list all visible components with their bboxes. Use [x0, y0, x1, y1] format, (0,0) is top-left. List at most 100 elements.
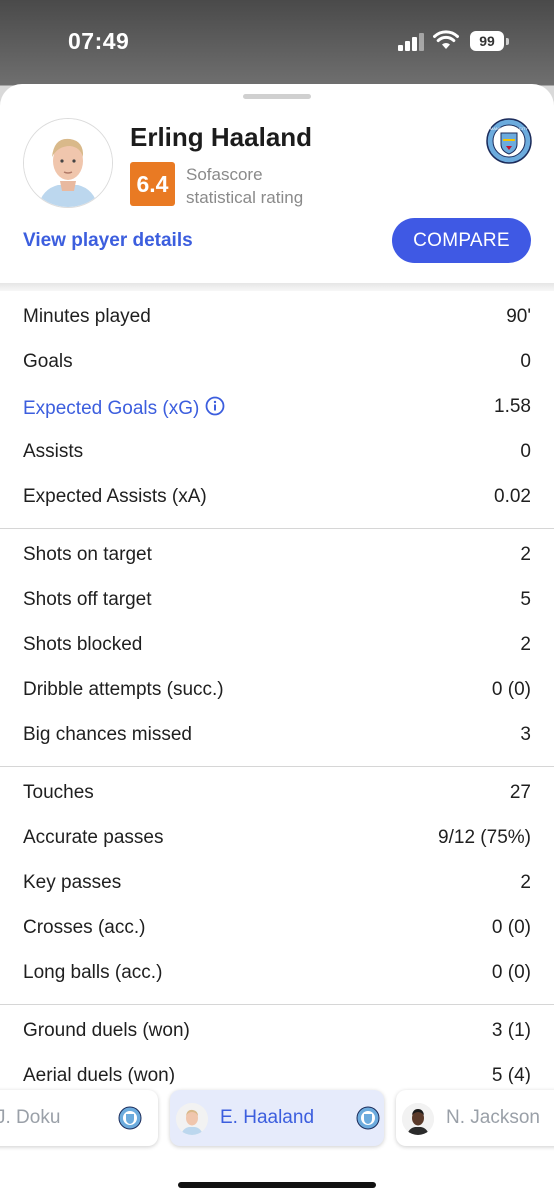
cellular-signal-icon — [398, 33, 426, 51]
stat-label: Big chances missed — [23, 724, 192, 746]
stat-value: 1.58 — [494, 396, 531, 417]
stat-row: Big chances missed 3 — [0, 713, 554, 758]
stat-row: Ground duels (won) 3 (1) — [0, 1009, 554, 1054]
status-bar: 07:49 99 — [0, 0, 554, 86]
stat-row: Long balls (acc.) 0 (0) — [0, 951, 554, 996]
player-card-avatar — [402, 1103, 434, 1135]
player-card-name: N. Jackson — [446, 1107, 540, 1128]
view-player-details-link[interactable]: View player details — [23, 230, 193, 252]
player-card-prev[interactable]: J. Doku — [0, 1090, 158, 1146]
stat-row: Crosses (acc.) 0 (0) — [0, 906, 554, 951]
stat-value: 2 — [520, 634, 531, 655]
team-crest-icon[interactable]: MANCHESTER CITY — [486, 118, 532, 164]
stat-value: 5 — [520, 589, 531, 610]
stat-label: Expected Goals (xG) — [23, 396, 225, 420]
team-crest-icon — [118, 1106, 142, 1130]
stat-label: Ground duels (won) — [23, 1020, 190, 1042]
stat-row: Dribble attempts (succ.) 0 (0) — [0, 668, 554, 713]
player-sheet: Erling Haaland 6.4 Sofascore statistical… — [0, 84, 554, 1200]
crest-text: MANCHESTER CITY — [490, 126, 529, 131]
stat-label: Assists — [23, 441, 83, 463]
info-icon[interactable] — [205, 396, 225, 416]
player-card-current[interactable]: E. Haaland — [170, 1090, 384, 1146]
stat-label: Expected Assists (xA) — [23, 486, 207, 508]
stat-label-text: Crosses (acc.) — [23, 917, 146, 938]
stat-label: Crosses (acc.) — [23, 917, 145, 939]
stat-row: Goals 0 — [0, 340, 554, 385]
stat-row[interactable]: Expected Goals (xG) 1.58 — [0, 385, 554, 430]
stat-value: 0.02 — [494, 486, 531, 507]
stat-label: Dribble attempts (succ.) — [23, 679, 224, 701]
stats-group: Shots on target 2 Shots off target 5 Shots b… — [0, 529, 554, 767]
stat-label-text: Shots off target — [23, 589, 152, 610]
stat-label: Accurate passes — [23, 827, 163, 849]
stat-label: Key passes — [23, 872, 121, 894]
stats-group: Minutes played 90' Goals 0 Expected Goals (x… — [0, 291, 554, 529]
stat-label-text: Assists — [23, 441, 84, 462]
stat-row: Shots off target 5 — [0, 578, 554, 623]
stat-label-text: Key passes — [23, 872, 122, 893]
wifi-icon — [433, 30, 459, 49]
player-card-name: J. Doku — [0, 1107, 61, 1128]
compare-button[interactable]: COMPARE — [392, 218, 531, 263]
stat-label: Shots blocked — [23, 634, 142, 656]
status-time: 07:49 — [68, 28, 130, 54]
stat-value: 2 — [520, 544, 531, 565]
stat-row: Shots on target 2 — [0, 533, 554, 578]
battery-icon: 99 — [470, 31, 504, 51]
stat-label-text: Minutes played — [23, 306, 151, 327]
stat-label-text: Goals — [23, 351, 73, 372]
stat-value: 0 — [520, 351, 531, 372]
stat-row: Touches 27 — [0, 771, 554, 816]
stat-label: Long balls (acc.) — [23, 962, 162, 984]
stat-value: 27 — [509, 782, 531, 803]
stat-label: Shots off target — [23, 589, 152, 611]
player-card-name: E. Haaland — [220, 1107, 315, 1128]
stat-row: Minutes played 90' — [0, 295, 554, 340]
stat-label-text: Dribble attempts (succ.) — [23, 679, 224, 700]
player-avatar — [23, 118, 113, 208]
stat-label: Goals — [23, 351, 73, 373]
stat-value: 0 (0) — [491, 679, 531, 700]
stats-list: Minutes played 90' Goals 0 Expected Goals (x… — [0, 291, 554, 1107]
stat-label-text: Ground duels (won) — [23, 1020, 190, 1041]
stat-label-text: Expected Assists (xA) — [23, 486, 207, 507]
rating-badge: 6.4 — [130, 162, 175, 206]
player-card-next[interactable]: N. Jackson — [396, 1090, 554, 1146]
team-crest-icon — [356, 1106, 380, 1130]
stat-label-text: Shots on target — [23, 544, 152, 565]
stat-value: 3 (1) — [491, 1020, 531, 1041]
stat-label-text: Expected Goals (xG) — [23, 398, 200, 419]
stats-group: Touches 27 Accurate passes 9/12 (75%) Key pa… — [0, 767, 554, 1005]
stat-value: 90' — [506, 306, 531, 327]
stat-label-text: Big chances missed — [23, 724, 192, 745]
sheet-grabber[interactable] — [243, 94, 311, 99]
rating-label-line1: Sofascore — [186, 165, 263, 184]
stat-row: Shots blocked 2 — [0, 623, 554, 668]
stat-value: 3 — [520, 724, 531, 745]
stat-row: Key passes 2 — [0, 861, 554, 906]
stat-value: 0 (0) — [491, 962, 531, 983]
stat-row: Assists 0 — [0, 430, 554, 475]
stat-label-text: Touches — [23, 782, 94, 803]
stat-label: Minutes played — [23, 306, 151, 328]
player-name: Erling Haaland — [130, 122, 313, 152]
stat-value: 2 — [520, 872, 531, 893]
home-indicator[interactable] — [178, 1182, 376, 1188]
battery-tip — [506, 38, 509, 45]
rating-label-line2: statistical rating — [186, 188, 304, 207]
player-card-avatar — [176, 1103, 208, 1135]
stat-label-text: Shots blocked — [23, 634, 143, 655]
stat-label-text: Long balls (acc.) — [23, 962, 163, 983]
stat-row: Accurate passes 9/12 (75%) — [0, 816, 554, 861]
stat-row: Expected Assists (xA) 0.02 — [0, 475, 554, 520]
stat-label-text: Aerial duels (won) — [23, 1065, 176, 1086]
rating-label: Sofascore statistical rating — [186, 163, 303, 209]
stat-value: 0 — [520, 441, 531, 462]
stat-label: Touches — [23, 782, 94, 804]
stat-label-text: Accurate passes — [23, 827, 164, 848]
stat-value: 0 (0) — [491, 917, 531, 938]
header-divider — [0, 283, 554, 291]
stat-value: 9/12 (75%) — [438, 827, 531, 848]
stat-label: Shots on target — [23, 544, 152, 566]
